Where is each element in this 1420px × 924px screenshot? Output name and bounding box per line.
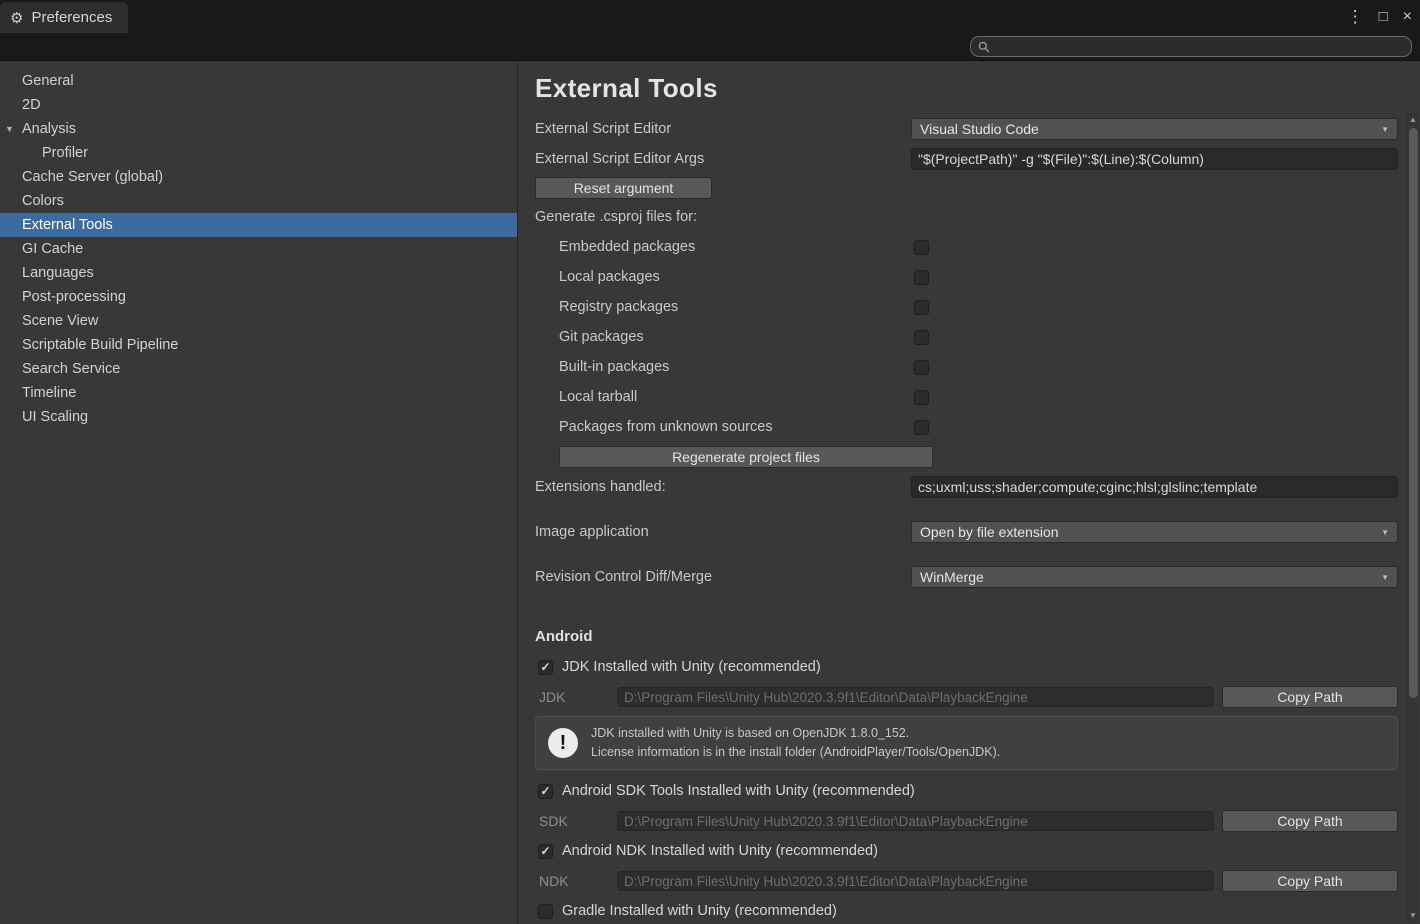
- gear-icon: ⚙: [10, 9, 24, 27]
- sidebar-item-cache-server[interactable]: Cache Server (global): [0, 165, 517, 189]
- content-area: General 2D ▼ Analysis Profiler Cache Serv…: [0, 61, 1420, 924]
- search-icon: [978, 41, 990, 52]
- scrollbar[interactable]: ▲ ▼: [1406, 113, 1419, 922]
- sidebar-item-colors[interactable]: Colors: [0, 189, 517, 213]
- jdk-info-line2: License information is in the install fo…: [591, 745, 1001, 759]
- image-application-label: Image application: [535, 524, 649, 540]
- git-packages-label: Git packages: [559, 329, 644, 345]
- sidebar-item-scriptable-build-pipeline[interactable]: Scriptable Build Pipeline: [0, 333, 517, 357]
- sidebar-item-general[interactable]: General: [0, 69, 517, 93]
- reset-argument-button[interactable]: Reset argument: [535, 177, 712, 199]
- chevron-down-icon: ▼: [1381, 527, 1389, 537]
- sidebar-item-languages[interactable]: Languages: [0, 261, 517, 285]
- tab-preferences[interactable]: ⚙ Preferences: [0, 2, 129, 33]
- sdk-installed-checkbox[interactable]: ✓: [538, 783, 553, 799]
- gradle-installed-checkbox[interactable]: [538, 903, 553, 919]
- ndk-copy-path-button[interactable]: Copy Path: [1222, 870, 1398, 892]
- info-icon: !: [548, 728, 578, 758]
- image-application-dropdown[interactable]: Open by file extension ▼: [911, 521, 1398, 543]
- unknown-sources-label: Packages from unknown sources: [559, 419, 773, 435]
- toolbar: [0, 33, 1420, 61]
- script-editor-args-label: External Script Editor Args: [535, 151, 705, 167]
- jdk-copy-path-button[interactable]: Copy Path: [1222, 686, 1398, 708]
- sidebar-item-2d[interactable]: 2D: [0, 93, 517, 117]
- gradle-installed-label: Gradle Installed with Unity (recommended…: [562, 903, 837, 919]
- ndk-installed-checkbox[interactable]: ✓: [538, 843, 553, 859]
- chevron-down-icon: ▼: [1381, 124, 1389, 134]
- close-icon[interactable]: ×: [1403, 8, 1412, 25]
- title-bar: ⚙ Preferences ⋮ □ ×: [0, 0, 1420, 33]
- local-packages-label: Local packages: [559, 269, 660, 285]
- page-title: External Tools: [535, 73, 718, 103]
- sidebar-item-profiler[interactable]: Profiler: [0, 141, 517, 165]
- sidebar-item-search-service[interactable]: Search Service: [0, 357, 517, 381]
- registry-packages-label: Registry packages: [559, 299, 679, 315]
- external-script-editor-label: External Script Editor: [535, 121, 672, 137]
- ndk-path-field: [617, 871, 1214, 891]
- builtin-packages-label: Built-in packages: [559, 359, 670, 375]
- preferences-window: ⚙ Preferences ⋮ □ × General 2D ▼ Analysis…: [0, 0, 1420, 924]
- embedded-packages-label: Embedded packages: [559, 239, 696, 255]
- checkbox-local-tarball[interactable]: [914, 389, 929, 405]
- jdk-info-line1: JDK installed with Unity is based on Ope…: [591, 725, 910, 740]
- jdk-path-field: [617, 687, 1214, 707]
- extensions-handled-input[interactable]: [911, 476, 1398, 498]
- chevron-down-icon: ▼: [1381, 572, 1389, 582]
- ndk-label: NDK: [539, 873, 569, 889]
- check-icon: ✓: [540, 784, 551, 798]
- extensions-handled-label: Extensions handled:: [535, 479, 666, 495]
- revision-control-label: Revision Control Diff/Merge: [535, 569, 713, 585]
- check-icon: ✓: [540, 660, 551, 674]
- checkbox-git-packages[interactable]: [914, 329, 929, 345]
- script-editor-args-input[interactable]: [911, 148, 1398, 170]
- checkbox-builtin-packages[interactable]: [914, 359, 929, 375]
- android-section-title: Android: [535, 628, 593, 645]
- scrollbar-thumb[interactable]: [1409, 128, 1418, 698]
- sidebar-item-gi-cache[interactable]: GI Cache: [0, 237, 517, 261]
- jdk-label: JDK: [539, 689, 566, 705]
- sdk-label: SDK: [539, 813, 568, 829]
- menu-icon[interactable]: ⋮: [1347, 8, 1364, 25]
- sdk-installed-label: Android SDK Tools Installed with Unity (…: [562, 783, 915, 799]
- checkbox-embedded-packages[interactable]: [914, 239, 929, 255]
- sidebar-item-analysis[interactable]: ▼ Analysis: [0, 117, 517, 141]
- search-input[interactable]: [995, 39, 1404, 54]
- local-tarball-label: Local tarball: [559, 389, 638, 405]
- sidebar-item-ui-scaling[interactable]: UI Scaling: [0, 405, 517, 429]
- maximize-icon[interactable]: □: [1379, 9, 1388, 24]
- checkbox-local-packages[interactable]: [914, 269, 929, 285]
- check-icon: ✓: [540, 844, 551, 858]
- generate-csproj-label: Generate .csproj files for:: [535, 209, 697, 225]
- jdk-info-box: ! JDK installed with Unity is based on O…: [535, 716, 1398, 770]
- checkbox-unknown-sources[interactable]: [914, 419, 929, 435]
- search-field[interactable]: [970, 36, 1412, 57]
- window-controls: ⋮ □ ×: [1347, 0, 1412, 33]
- sidebar: General 2D ▼ Analysis Profiler Cache Serv…: [0, 61, 518, 924]
- sidebar-item-scene-view[interactable]: Scene View: [0, 309, 517, 333]
- sidebar-item-timeline[interactable]: Timeline: [0, 381, 517, 405]
- checkbox-registry-packages[interactable]: [914, 299, 929, 315]
- sdk-path-field: [617, 811, 1214, 831]
- scroll-down-icon[interactable]: ▼: [1407, 909, 1419, 922]
- scroll-up-icon[interactable]: ▲: [1407, 113, 1419, 126]
- main-panel: External Tools External Script Editor Vi…: [518, 61, 1420, 924]
- sidebar-item-external-tools[interactable]: External Tools: [0, 213, 517, 237]
- sidebar-item-post-processing[interactable]: Post-processing: [0, 285, 517, 309]
- external-script-editor-dropdown[interactable]: Visual Studio Code ▼: [911, 118, 1398, 140]
- jdk-installed-checkbox[interactable]: ✓: [538, 659, 553, 675]
- revision-control-dropdown[interactable]: WinMerge ▼: [911, 566, 1398, 588]
- jdk-installed-label: JDK Installed with Unity (recommended): [562, 659, 821, 675]
- sdk-copy-path-button[interactable]: Copy Path: [1222, 810, 1398, 832]
- ndk-installed-label: Android NDK Installed with Unity (recomm…: [562, 843, 878, 859]
- expand-triangle-icon[interactable]: ▼: [5, 117, 14, 141]
- regenerate-project-files-button[interactable]: Regenerate project files: [559, 446, 933, 468]
- tab-title: Preferences: [31, 9, 113, 26]
